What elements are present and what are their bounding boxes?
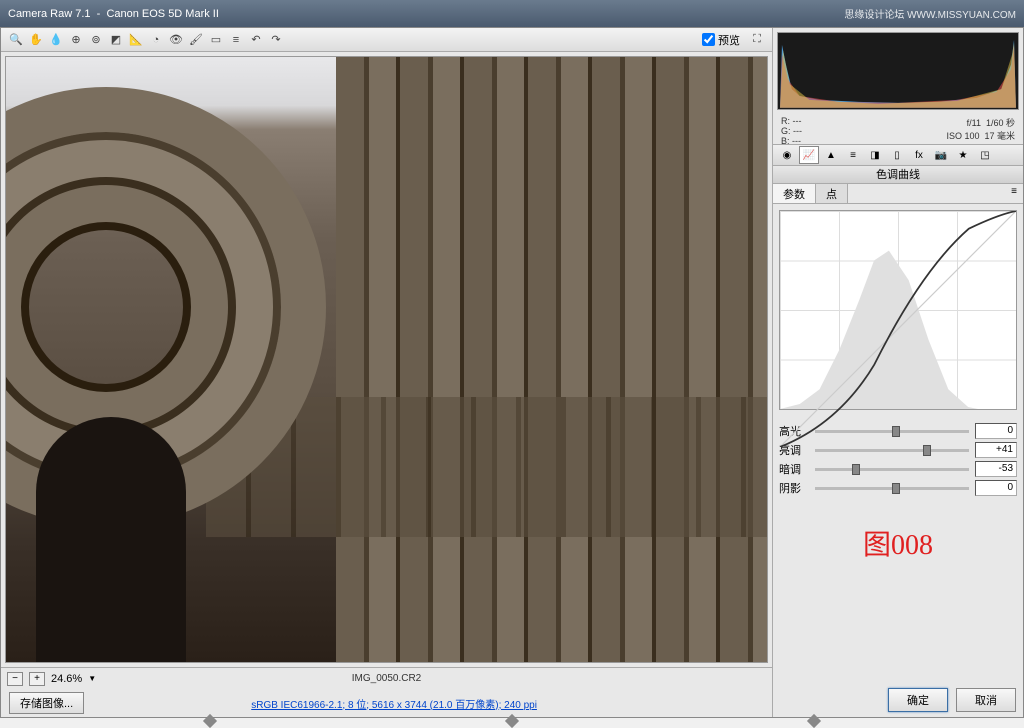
zoom-tool-icon[interactable]: 🔍 (7, 31, 25, 49)
rotate-ccw-icon[interactable]: ↶ (247, 31, 265, 49)
toolbar: 🔍 ✋ 💧 ⊕ ⊚ ◩ 📐 ◔ 👁 🖌 ▭ ≡ ↶ ↷ 预览 ⛶ (1, 28, 772, 52)
shadows-slider[interactable] (815, 487, 969, 490)
tone-curve[interactable] (779, 210, 1017, 410)
rotate-cw-icon[interactable]: ↷ (267, 31, 285, 49)
effects-tab-icon[interactable]: fx (909, 146, 929, 164)
adjustment-tabs: ◉ 📈 ▲ ≡ ◨ ▯ fx 📷 ★ ◳ (773, 144, 1023, 166)
preview-image (6, 57, 767, 662)
mid-split-handle[interactable] (505, 714, 519, 728)
adjustment-brush-icon[interactable]: 🖌 (187, 31, 205, 49)
basic-tab-icon[interactable]: ◉ (777, 146, 797, 164)
highlight-split-handle[interactable] (807, 714, 821, 728)
cancel-button[interactable]: 取消 (956, 688, 1016, 712)
graduated-filter-icon[interactable]: ▭ (207, 31, 225, 49)
hand-tool-icon[interactable]: ✋ (27, 31, 45, 49)
detail-tab-icon[interactable]: ▲ (821, 146, 841, 164)
zoom-out-button[interactable]: − (7, 672, 23, 686)
left-panel: 🔍 ✋ 💧 ⊕ ⊚ ◩ 📐 ◔ 👁 🖌 ▭ ≡ ↶ ↷ 预览 ⛶ (1, 28, 773, 717)
filename-label: IMG_0050.CR2 (352, 673, 421, 684)
title-text: Camera Raw 7.1 - Canon EOS 5D Mark II (8, 8, 219, 20)
watermark: 思缘设计论坛 WWW.MISSYUAN.COM (844, 6, 1016, 21)
point-tab[interactable]: 点 (816, 184, 848, 203)
right-panel: R: --- G: --- B: --- f/11 1/60 秒 ISO 100… (773, 28, 1023, 717)
zoom-level[interactable]: 24.6% (51, 673, 82, 685)
color-sampler-icon[interactable]: ⊕ (67, 31, 85, 49)
image-viewer[interactable] (5, 56, 768, 663)
title-bar: Camera Raw 7.1 - Canon EOS 5D Mark II 思缘… (0, 0, 1024, 27)
shadows-slider-row: 阴影 0 (779, 480, 1017, 496)
fullscreen-icon[interactable]: ⛶ (748, 31, 766, 49)
zoom-bar: − + 24.6% ▼ IMG_0050.CR2 (1, 667, 772, 689)
hsl-tab-icon[interactable]: ≡ (843, 146, 863, 164)
lens-tab-icon[interactable]: ▯ (887, 146, 907, 164)
preview-check-input[interactable] (702, 33, 715, 46)
snapshots-tab-icon[interactable]: ◳ (975, 146, 995, 164)
bottom-bar: 存储图像... sRGB IEC61966-2.1; 8 位; 5616 x 3… (1, 689, 772, 717)
panel-menu-icon[interactable]: ≡ (1005, 184, 1023, 203)
split-tone-tab-icon[interactable]: ◨ (865, 146, 885, 164)
shadow-split-handle[interactable] (203, 714, 217, 728)
workflow-options-link[interactable]: sRGB IEC61966-2.1; 8 位; 5616 x 3744 (21.… (251, 696, 537, 711)
preview-checkbox[interactable]: 预览 (702, 32, 740, 48)
tone-curve-tab-icon[interactable]: 📈 (799, 146, 819, 164)
ok-button[interactable]: 确定 (888, 688, 948, 712)
shadows-value[interactable]: 0 (975, 480, 1017, 496)
darks-slider[interactable] (815, 468, 969, 471)
darks-slider-row: 暗调 -53 (779, 461, 1017, 477)
crop-tool-icon[interactable]: ◩ (107, 31, 125, 49)
dialog-actions: 确定 取消 (888, 688, 1016, 712)
lights-slider[interactable] (815, 449, 969, 452)
darks-value[interactable]: -53 (975, 461, 1017, 477)
panel-title: 色调曲线 (773, 166, 1023, 184)
save-image-button[interactable]: 存储图像... (9, 692, 84, 714)
redeye-icon[interactable]: 👁 (167, 31, 185, 49)
curve-sub-tabs: 参数 点 ≡ (773, 184, 1023, 204)
zoom-in-button[interactable]: + (29, 672, 45, 686)
histogram-info: R: --- G: --- B: --- f/11 1/60 秒 ISO 100… (773, 114, 1023, 144)
prefs-icon[interactable]: ≡ (227, 31, 245, 49)
spot-removal-icon[interactable]: ◔ (147, 31, 165, 49)
camera-cal-tab-icon[interactable]: 📷 (931, 146, 951, 164)
presets-tab-icon[interactable]: ★ (953, 146, 973, 164)
main-area: 🔍 ✋ 💧 ⊕ ⊚ ◩ 📐 ◔ 👁 🖌 ▭ ≡ ↶ ↷ 预览 ⛶ (0, 27, 1024, 718)
figure-annotation: 图008 (773, 523, 1023, 563)
highlights-slider[interactable] (815, 430, 969, 433)
target-adjust-icon[interactable]: ⊚ (87, 31, 105, 49)
parametric-tab[interactable]: 参数 (773, 184, 816, 203)
straighten-icon[interactable]: 📐 (127, 31, 145, 49)
histogram[interactable] (777, 32, 1019, 110)
white-balance-icon[interactable]: 💧 (47, 31, 65, 49)
